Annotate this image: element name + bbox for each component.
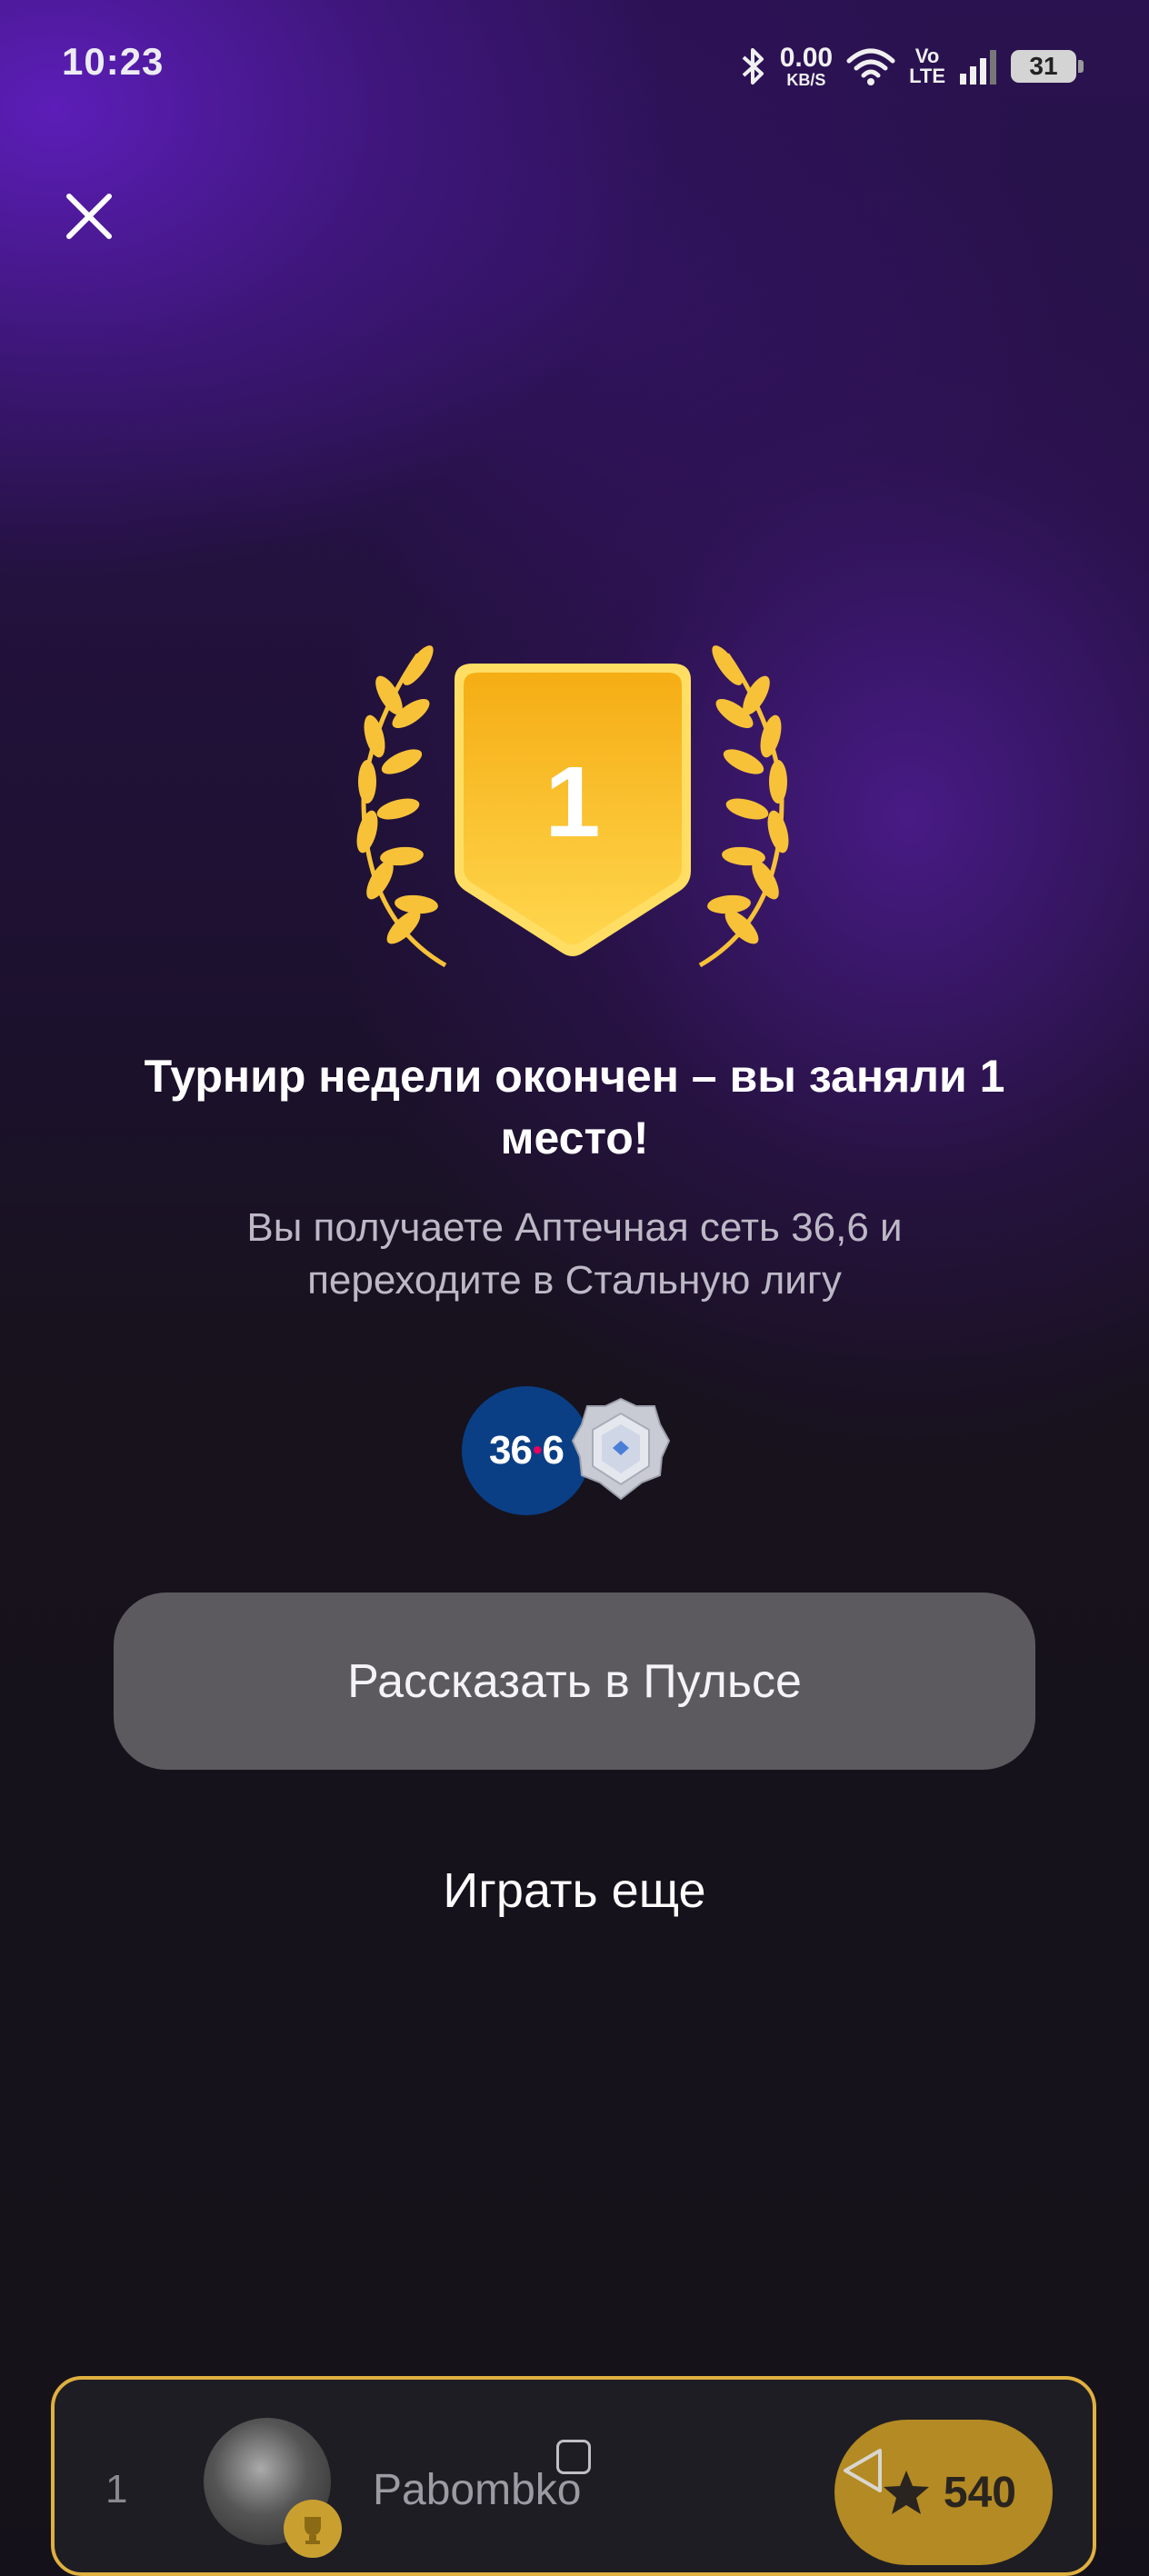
leaderboard-rank: 1 bbox=[105, 2467, 128, 2511]
rewards-row: 36 • 6 bbox=[0, 1386, 1149, 1518]
square-outline-icon bbox=[556, 2440, 591, 2474]
leaderboard-name: Рabombko bbox=[373, 2466, 582, 2514]
status-bar: 10:23 0.00 KB/S Vo LTE 31 bbox=[0, 0, 1149, 136]
result-headline: Турнир недели окончен – вы заняли 1 мест… bbox=[144, 1051, 1005, 1163]
pharmacy-logo-dot: • bbox=[532, 1435, 542, 1465]
pharmacy-logo-a: 36 bbox=[489, 1428, 533, 1473]
trophy-badge: 1 bbox=[356, 645, 789, 968]
back-triangle-icon bbox=[844, 2449, 882, 2492]
signal-icon bbox=[960, 50, 996, 85]
avatar bbox=[204, 2418, 342, 2558]
play-again-button[interactable]: Играть еще bbox=[347, 1854, 802, 1927]
battery-level: 31 bbox=[1029, 52, 1058, 80]
bluetooth-icon bbox=[742, 48, 764, 85]
battery-icon: 31 bbox=[1011, 50, 1084, 83]
result-subtext: Вы получаете Аптечная сеть 36,6 и перехо… bbox=[246, 1205, 903, 1303]
status-icons: 0.00 KB/S Vo LTE 31 bbox=[740, 43, 1084, 89]
status-time: 10:23 bbox=[62, 40, 165, 83]
leaderboard-row[interactable]: 1 Рabombko 540 bbox=[51, 2376, 1096, 2576]
laurel-right-icon bbox=[698, 645, 789, 968]
pharmacy-logo-b: 6 bbox=[542, 1428, 565, 1473]
close-icon bbox=[66, 194, 112, 239]
place-number: 1 bbox=[545, 746, 600, 858]
score-value: 540 bbox=[943, 2468, 1016, 2517]
share-in-pulse-button[interactable]: Рассказать в Пульсе bbox=[114, 1593, 1035, 1770]
trophy-icon bbox=[284, 2500, 342, 2558]
steel-league-badge-icon bbox=[571, 1397, 671, 1501]
laurel-left-icon bbox=[356, 645, 447, 968]
wifi-icon bbox=[846, 48, 895, 85]
volte-indicator: Vo LTE bbox=[909, 45, 945, 87]
close-button[interactable] bbox=[55, 182, 124, 251]
network-speed: 0.00 KB/S bbox=[779, 43, 834, 89]
